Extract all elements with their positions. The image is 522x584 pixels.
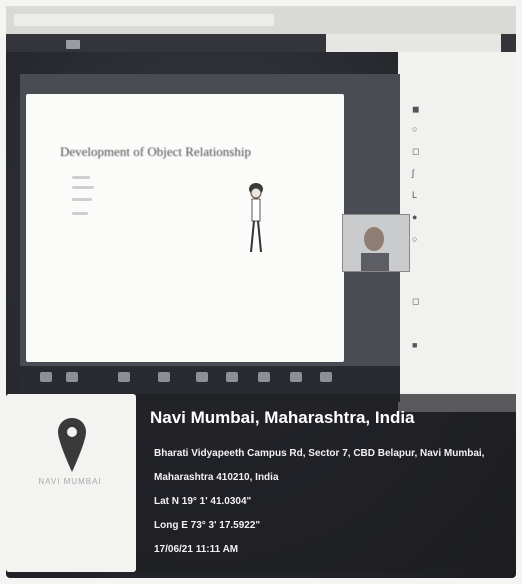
share-button[interactable] [196,372,208,382]
location-address-line1: Bharati Vidyapeeth Campus Rd, Sector 7, … [154,448,485,459]
location-latitude: Lat N 19° 1' 41.0304" [154,496,252,507]
reactions-button[interactable] [258,372,270,382]
apps-button[interactable] [290,372,302,382]
location-timestamp: 17/06/21 11:11 AM [154,544,239,555]
header-chip [66,40,80,49]
more-button[interactable] [320,372,332,382]
side-tool-6-icon[interactable]: ● [412,212,417,222]
side-tool-8-icon[interactable]: ◻ [412,296,419,307]
side-tool-4-icon[interactable]: ʃ [412,168,414,178]
tab-strip [14,14,274,26]
side-tool-2-icon[interactable]: ○ [412,124,417,134]
chat-button[interactable] [158,372,170,382]
location-city: Navi Mumbai, Maharashtra, India [150,408,415,427]
record-button[interactable] [226,372,238,382]
participant-face-icon [343,215,409,271]
location-longitude: Long E 73° 3' 17.5922" [154,520,261,531]
participant-video-tile[interactable] [342,214,410,272]
video-button[interactable] [66,372,78,382]
location-address-line2: Maharashtra 410210, India [154,472,279,483]
participants-button[interactable] [118,372,130,382]
window-title-bar [6,6,516,34]
stick-figure-illustration [249,183,263,253]
presentation-slide: Development of Object Relationship [26,94,344,362]
side-tool-9-icon[interactable]: ■ [412,340,417,350]
side-tool-1-icon[interactable]: ◼ [412,104,419,115]
slide-bullet [72,212,88,215]
slide-bullet [72,176,90,179]
map-label: NAVI MUMBAI [38,477,102,486]
right-browser-tab [326,34,501,52]
slide-bullet [72,186,94,189]
slide-bullet [72,198,92,201]
side-tool-7-icon[interactable]: ○ [412,234,417,244]
slide-title: Development of Object Relationship [60,144,251,159]
mute-button[interactable] [40,372,52,382]
location-pin-icon [58,418,86,472]
side-tool-5-icon[interactable]: L [412,190,417,200]
side-tool-3-icon[interactable]: ◻ [412,146,419,157]
